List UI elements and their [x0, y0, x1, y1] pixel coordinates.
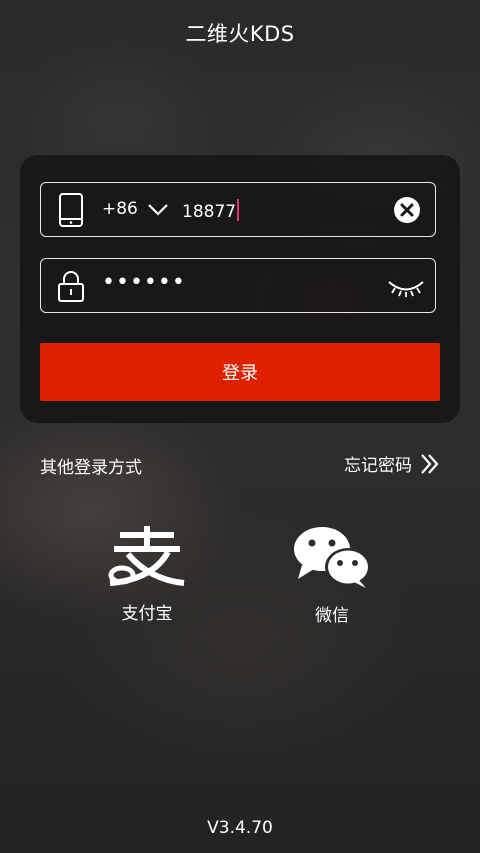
password-input[interactable]: •••••• [102, 270, 186, 295]
eye-closed-icon[interactable] [387, 277, 425, 299]
phone-field[interactable]: +86 18877 [40, 182, 436, 237]
wechat-login-button[interactable]: 微信 [277, 525, 387, 626]
wechat-logo-icon [294, 527, 371, 588]
alipay-label: 支付宝 [121, 604, 173, 624]
other-login-methods-label: 其他登录方式 [40, 458, 142, 478]
alipay-logo-icon [108, 526, 185, 586]
app-version: V3.4.70 [207, 818, 273, 838]
text-cursor [237, 199, 240, 221]
forgot-password-label: 忘记密码 [344, 456, 412, 476]
clear-circle-x-icon[interactable] [393, 196, 421, 224]
chevron-down-icon[interactable] [147, 201, 169, 217]
country-code[interactable]: +86 [102, 199, 138, 219]
app-title: 二维火KDS [185, 22, 295, 46]
phone-input[interactable]: 18877 [182, 199, 240, 222]
alipay-login-button[interactable]: 支付宝 [92, 525, 202, 624]
login-card: +86 18877 •••••• 登录 [20, 155, 460, 423]
password-field[interactable]: •••••• [40, 258, 436, 313]
double-chevron-right-icon [421, 453, 439, 474]
phone-input-value: 18877 [182, 202, 237, 222]
lock-icon [58, 271, 84, 302]
login-button[interactable]: 登录 [40, 343, 440, 401]
mobile-phone-icon [59, 193, 83, 227]
wechat-label: 微信 [315, 606, 349, 626]
forgot-password-link[interactable]: 忘记密码 [344, 451, 440, 476]
